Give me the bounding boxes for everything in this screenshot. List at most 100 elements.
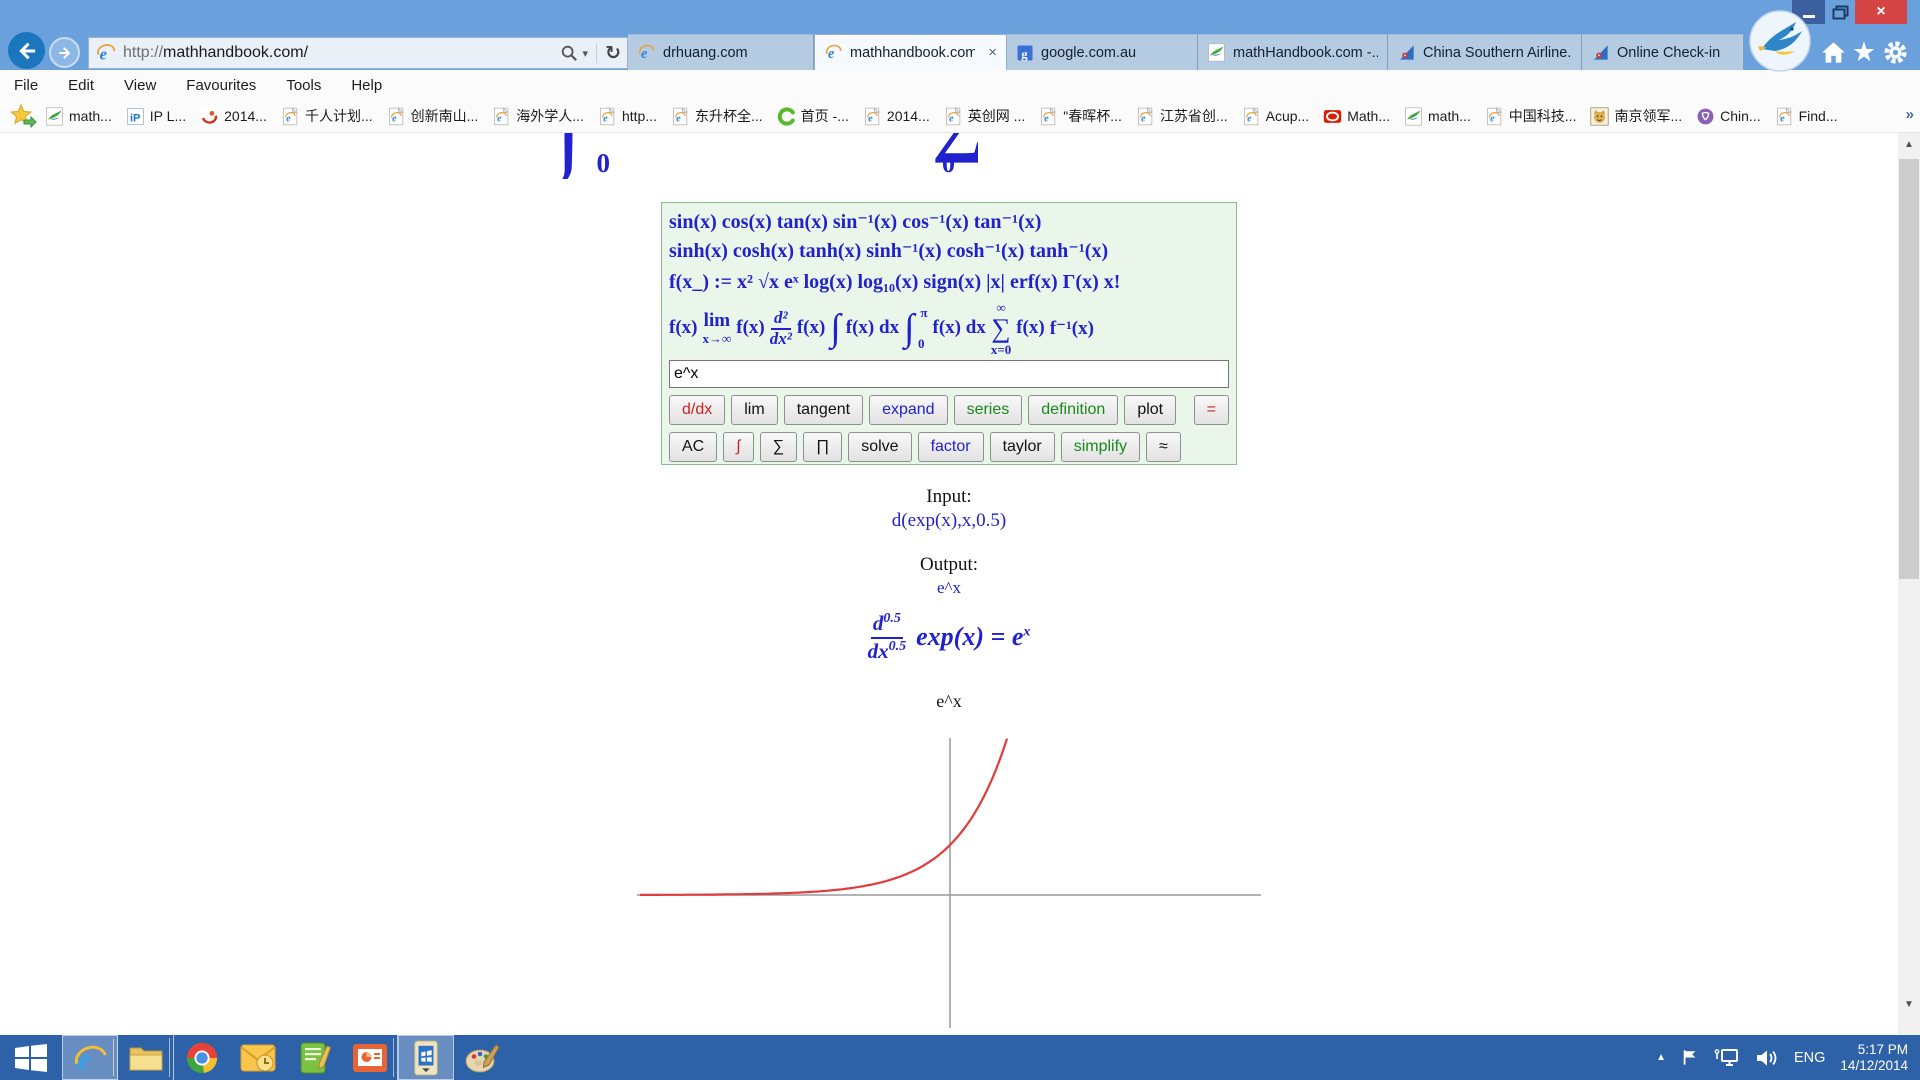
taskbar-app-outlook[interactable] bbox=[230, 1035, 286, 1080]
scrollbar-thumb[interactable] bbox=[1899, 159, 1919, 579]
favorite-item-12[interactable]: e江苏省创... bbox=[1129, 103, 1235, 129]
favorite-item-3[interactable]: e千人计划... bbox=[274, 103, 380, 129]
calc-button-solve[interactable]: solve bbox=[848, 432, 911, 462]
calc-button-ddx[interactable]: d/dx bbox=[669, 395, 725, 425]
calc-button-expand[interactable]: expand bbox=[869, 395, 948, 425]
forward-button[interactable] bbox=[49, 37, 80, 68]
menu-item-file[interactable]: File bbox=[14, 77, 38, 94]
integral-operator[interactable]: ∫ bbox=[830, 309, 840, 347]
taskbar-app-file-explorer[interactable] bbox=[118, 1035, 174, 1080]
favorite-item-14[interactable]: Math... bbox=[1316, 103, 1397, 129]
tab-china-southern-airline-[interactable]: China Southern Airline... bbox=[1388, 34, 1582, 70]
favorites-bar-icon[interactable] bbox=[8, 104, 38, 128]
favorites-button[interactable]: ★ bbox=[1849, 36, 1879, 68]
taskbar-app-chrome[interactable] bbox=[174, 1035, 230, 1080]
search-dropdown-icon[interactable]: ▾ bbox=[583, 47, 589, 60]
tab-drhuang-com[interactable]: edrhuang.com bbox=[628, 34, 814, 70]
tab-close-icon[interactable]: × bbox=[988, 45, 997, 60]
favorite-item-18[interactable]: Chin... bbox=[1689, 103, 1767, 129]
close-button[interactable]: × bbox=[1855, 0, 1907, 24]
calc-button-plot[interactable]: plot bbox=[1124, 395, 1176, 425]
favorite-item-1[interactable]: iPIP L... bbox=[119, 103, 193, 129]
taskbar-clock[interactable]: 5:17 PM 14/12/2014 bbox=[1840, 1042, 1908, 1074]
output-expression-link[interactable]: e^x bbox=[661, 578, 1237, 598]
calc-button-tangent[interactable]: tangent bbox=[784, 395, 863, 425]
calc-button-lim[interactable]: lim bbox=[731, 395, 777, 425]
menu-item-favourites[interactable]: Favourites bbox=[186, 77, 256, 94]
start-button[interactable] bbox=[0, 1035, 62, 1080]
network-icon[interactable] bbox=[1714, 1048, 1740, 1068]
fx-link[interactable]: f(x) bbox=[736, 317, 764, 339]
favorite-item-8[interactable]: 首页 -... bbox=[770, 103, 856, 129]
limit-operator[interactable]: lim x→∞ bbox=[702, 311, 731, 345]
calc-button-taylor[interactable]: taylor bbox=[990, 432, 1055, 462]
address-bar[interactable]: e http://mathhandbook.com/ ▾ ↻ bbox=[88, 37, 628, 69]
favorites-overflow-chevron[interactable]: » bbox=[1906, 106, 1914, 123]
calc-button-factor[interactable]: factor bbox=[918, 432, 984, 462]
expression-input[interactable] bbox=[669, 360, 1229, 388]
calc-button-ac[interactable]: AC bbox=[669, 432, 717, 462]
calc-button-≈[interactable]: ≈ bbox=[1146, 432, 1181, 462]
calc-button-definition[interactable]: definition bbox=[1028, 395, 1118, 425]
show-hidden-icons[interactable]: ▲ bbox=[1656, 1052, 1666, 1063]
calc-button-simplify[interactable]: simplify bbox=[1061, 432, 1140, 462]
fx-dx-link[interactable]: f(x) dx bbox=[933, 317, 986, 339]
scrollbar-down-icon[interactable]: ▼ bbox=[1898, 993, 1920, 1015]
calc-button-∫[interactable]: ∫ bbox=[723, 432, 753, 462]
action-center-flag-icon[interactable] bbox=[1681, 1048, 1699, 1067]
refresh-icon[interactable]: ↻ bbox=[605, 42, 621, 65]
menu-item-help[interactable]: Help bbox=[351, 77, 382, 94]
favorite-item-16[interactable]: e中国科技... bbox=[1478, 103, 1584, 129]
vertical-scrollbar[interactable]: ▲ ▼ bbox=[1898, 133, 1920, 1035]
calc-button-series[interactable]: series bbox=[954, 395, 1023, 425]
scrollbar-up-icon[interactable]: ▲ bbox=[1898, 133, 1920, 155]
favorite-item-5[interactable]: e海外学人... bbox=[485, 103, 591, 129]
taskbar-app-ie[interactable]: e bbox=[62, 1035, 118, 1080]
definite-integral-operator[interactable]: ∫π0 bbox=[904, 309, 927, 347]
sum-operator[interactable]: ∞ ∑ x=0 bbox=[991, 301, 1011, 356]
favorite-item-11[interactable]: e"春晖杯... bbox=[1032, 103, 1129, 129]
browser-bird-logo[interactable] bbox=[1748, 9, 1812, 73]
taskbar-app-device[interactable] bbox=[398, 1035, 454, 1080]
home-button[interactable] bbox=[1818, 36, 1848, 68]
taskbar-app-notes[interactable] bbox=[286, 1035, 342, 1080]
favorite-item-2[interactable]: 2014... bbox=[193, 103, 274, 129]
menu-item-tools[interactable]: Tools bbox=[286, 77, 321, 94]
fx-link[interactable]: f(x) bbox=[1016, 317, 1044, 339]
favorite-item-0[interactable]: math... bbox=[38, 103, 119, 129]
favorite-item-19[interactable]: eFind... bbox=[1768, 103, 1845, 129]
back-button[interactable] bbox=[8, 32, 45, 69]
hyperbolic-functions-row[interactable]: sinh(x) cosh(x) tanh(x) sinh⁻¹(x) cosh⁻¹… bbox=[669, 236, 1229, 266]
calc-button-∏[interactable]: ∏ bbox=[803, 432, 842, 462]
search-icon[interactable] bbox=[560, 44, 578, 62]
second-derivative-operator[interactable]: d² dx² bbox=[770, 309, 792, 348]
inverse-function-link[interactable]: f⁻¹(x) bbox=[1050, 317, 1094, 340]
fx-dx-link[interactable]: f(x) dx bbox=[846, 317, 899, 339]
favorite-item-15[interactable]: math... bbox=[1397, 103, 1478, 129]
elementary-functions-row[interactable]: f(x_) := x² √x eˣ log(x) log₁₀(x) sign(x… bbox=[669, 266, 1229, 299]
tab-mathhandbook-com[interactable]: emathhandbook.com× bbox=[814, 34, 1007, 70]
settings-button[interactable] bbox=[1880, 36, 1910, 68]
volume-icon[interactable] bbox=[1755, 1048, 1779, 1068]
taskbar-app-powerpoint[interactable] bbox=[342, 1035, 398, 1080]
calc-button-=[interactable]: = bbox=[1194, 395, 1229, 425]
tab-mathhandbook-com-[interactable]: mathHandbook.com -... bbox=[1198, 34, 1388, 70]
favorite-item-7[interactable]: e东升杯全... bbox=[664, 103, 770, 129]
favorite-item-13[interactable]: eAcup... bbox=[1235, 103, 1317, 129]
favorite-item-6[interactable]: ehttp... bbox=[591, 103, 664, 129]
calc-button-∑[interactable]: ∑ bbox=[760, 432, 797, 462]
taskbar-app-paint[interactable] bbox=[454, 1035, 510, 1080]
trig-functions-row[interactable]: sin(x) cos(x) tan(x) sin⁻¹(x) cos⁻¹(x) t… bbox=[669, 208, 1229, 236]
favorite-item-17[interactable]: 南京领军... bbox=[1583, 103, 1689, 129]
menu-item-view[interactable]: View bbox=[124, 77, 156, 94]
favorite-item-4[interactable]: e创新南山... bbox=[380, 103, 486, 129]
language-indicator[interactable]: ENG bbox=[1794, 1050, 1825, 1066]
menu-item-edit[interactable]: Edit bbox=[68, 77, 94, 94]
favorite-item-9[interactable]: e2014... bbox=[856, 103, 937, 129]
input-expression-link[interactable]: d(exp(x),x,0.5) bbox=[661, 510, 1237, 532]
tab-google-com-au[interactable]: ggoogle.com.au bbox=[1007, 34, 1198, 70]
url-text[interactable]: http://mathhandbook.com/ bbox=[123, 44, 560, 62]
fx-link[interactable]: f(x) bbox=[797, 317, 825, 339]
fx-link[interactable]: f(x) bbox=[669, 317, 697, 339]
restore-button[interactable] bbox=[1829, 0, 1851, 24]
